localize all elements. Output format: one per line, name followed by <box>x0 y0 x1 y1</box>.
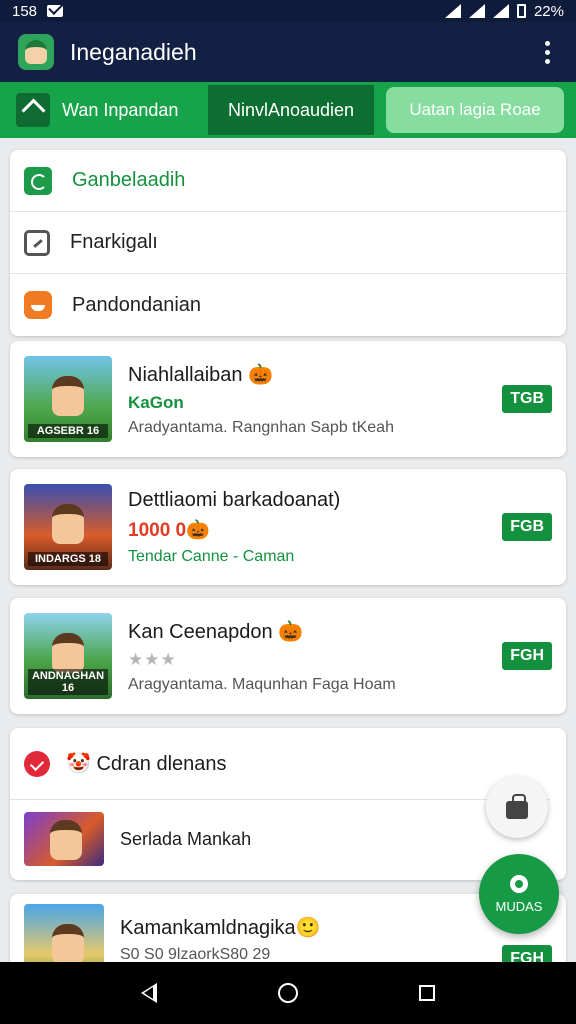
status-time: 158 <box>12 2 38 20</box>
tab-home[interactable]: Wan Inpandan <box>16 85 208 135</box>
game-subtitle: KaGon <box>128 392 184 412</box>
app-bar: Ineganadieh <box>0 22 576 82</box>
overflow-menu-icon[interactable] <box>537 37 558 68</box>
install-badge[interactable]: FGH <box>502 642 552 670</box>
game-card[interactable]: ANDNAGHAN 16 Kan Ceenapdon 🎃 ★★★ Aragyan… <box>10 598 566 714</box>
game-title: Niahlallaiban 🎃 <box>128 363 273 386</box>
menu-item-0[interactable]: Ganbelaadih <box>10 150 566 212</box>
rating-stars: ★★★ <box>128 649 177 669</box>
primary-fab[interactable]: MUDAS <box>479 854 559 934</box>
notification-icon <box>24 750 50 777</box>
game-thumbnail: INDARGS 18 <box>24 484 112 570</box>
game-description: Tendar Canne - Caman <box>128 547 295 565</box>
menu-item-1[interactable]: Fnarkigalı <box>10 212 566 274</box>
tab-label: NinvlAnoaudien <box>227 99 355 120</box>
game-title: Kamankamldnagika🙂 <box>120 916 321 939</box>
home-tab-icon <box>16 93 50 127</box>
game-title: Kan Ceenapdon 🎃 <box>128 620 304 643</box>
wifi-icon <box>444 4 461 18</box>
menu-label: Pandondanian <box>72 293 202 316</box>
fab-label: MUDAS <box>495 898 543 914</box>
tab-bar: Wan Inpandan NinvlAnoaudien Uatan lagia … <box>0 82 576 138</box>
tab-label: Uatan lagia Roae <box>409 100 541 119</box>
game-description: Aragyantama. Maqunhan Faga Hoam <box>128 675 396 693</box>
game-title: Dettliaomi barkadoanat) <box>128 488 341 511</box>
list-header[interactable]: 🤡 Cdran dlenans <box>10 728 550 800</box>
back-icon[interactable] <box>140 983 157 1003</box>
mail-icon <box>47 5 64 17</box>
list-item[interactable]: Serlada Mankah <box>10 800 566 878</box>
signal-icon <box>468 4 485 18</box>
edit-icon <box>24 229 50 256</box>
menu-label: Ganbelaadih <box>72 169 186 191</box>
refresh-icon <box>24 166 52 195</box>
tab-highlight[interactable]: Uatan lagia Roae <box>386 87 564 133</box>
list-header-label: 🤡 Cdran dlenans <box>66 753 227 775</box>
app-title: Ineganadieh <box>70 38 197 65</box>
shopping-bag-icon <box>506 794 528 819</box>
status-bar: 158 22% <box>0 0 576 22</box>
recents-icon[interactable] <box>419 985 436 1001</box>
list-item-label: Serlada Mankah <box>120 828 252 849</box>
game-thumbnail: AGSEBR 16 <box>24 356 112 442</box>
category-menu: Ganbelaadih Fnarkigalı Pandondanian <box>10 150 566 336</box>
install-badge[interactable]: TGB <box>502 385 552 413</box>
list-thumbnail <box>24 812 104 866</box>
game-thumbnail: ANDNAGHAN 16 <box>24 613 112 699</box>
tab-selected[interactable]: NinvlAnoaudien <box>208 85 374 135</box>
home-icon[interactable] <box>277 983 298 1003</box>
thumbnail-label: INDARGS 18 <box>28 552 108 566</box>
thumbnail-label: AGSEBR 16 <box>28 424 108 438</box>
install-badge[interactable]: FGB <box>502 513 552 541</box>
menu-item-2[interactable]: Pandondanian <box>10 274 566 336</box>
game-description: Aradyantama. Rangnhan Sapb tKeah <box>128 418 394 436</box>
game-card[interactable]: AGSEBR 16 Niahlallaiban 🎃 KaGon Aradyant… <box>10 341 566 457</box>
system-nav-bar <box>0 962 576 1024</box>
game-price: 1000 0🎃 <box>128 519 210 541</box>
list-card: 🤡 Cdran dlenans Serlada Mankah <box>10 728 566 880</box>
shop-button[interactable] <box>486 776 548 838</box>
battery-icon <box>516 4 526 18</box>
tab-label: Wan Inpandan <box>62 99 179 120</box>
thumbnail-label: ANDNAGHAN 16 <box>28 669 108 695</box>
menu-label: Fnarkigalı <box>70 231 158 253</box>
signal-icon-2 <box>492 4 509 18</box>
app-logo <box>18 34 54 70</box>
game-description: S0 S0 9lzaorkS80 29 <box>120 945 271 963</box>
game-card[interactable]: INDARGS 18 Dettliaomi barkadoanat) 1000 … <box>10 469 566 585</box>
record-icon <box>510 874 528 893</box>
battery-level: 22% <box>533 2 564 20</box>
emoji-icon <box>24 291 52 319</box>
